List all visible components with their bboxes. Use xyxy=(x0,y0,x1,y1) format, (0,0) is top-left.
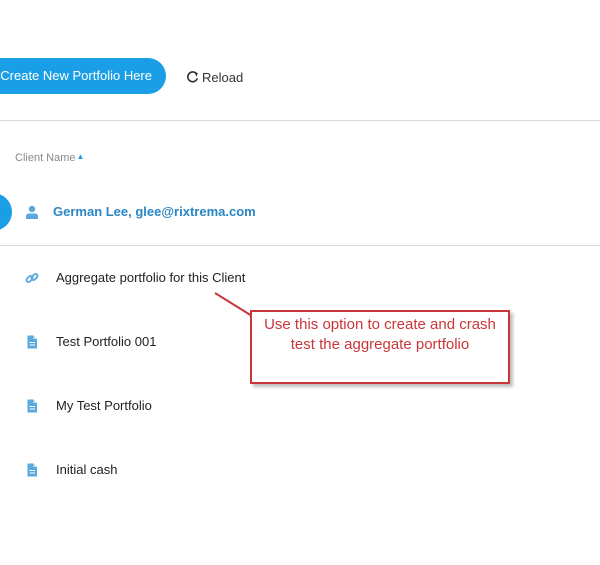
document-icon xyxy=(27,463,37,476)
toolbar-divider xyxy=(0,120,600,121)
portfolio-label: Initial cash xyxy=(56,462,118,477)
document-icon xyxy=(27,335,37,348)
client-name: German Lee, glee@rixtrema.com xyxy=(53,204,256,219)
reload-button[interactable]: Reload xyxy=(186,68,243,86)
portfolio-item-initial-cash[interactable]: Initial cash xyxy=(25,462,117,477)
client-name-column-header[interactable]: Client Name ▲ xyxy=(15,151,85,165)
reload-label: Reload xyxy=(202,69,244,85)
client-row[interactable]: German Lee, glee@rixtrema.com xyxy=(25,204,256,219)
portfolio-item-test-portfolio-001[interactable]: Test Portfolio 001 xyxy=(25,334,156,349)
client-divider xyxy=(0,245,600,246)
document-icon xyxy=(27,399,37,412)
portfolio-item-my-test-portfolio[interactable]: My Test Portfolio xyxy=(25,398,152,413)
create-new-portfolio-button[interactable]: Create New Portfolio Here xyxy=(0,58,166,94)
portfolio-label: My Test Portfolio xyxy=(56,398,152,413)
portfolio-label: Test Portfolio 001 xyxy=(56,334,157,349)
column-header-label: Client Name xyxy=(15,152,76,164)
reload-icon xyxy=(187,70,199,82)
portfolio-label: Aggregate portfolio for this Client xyxy=(56,270,246,285)
row-expand-toggle[interactable] xyxy=(0,193,12,231)
portfolio-item-aggregate[interactable]: Aggregate portfolio for this Client xyxy=(25,270,245,285)
annotation-callout: Use this option to create and crash test… xyxy=(250,310,510,384)
user-icon xyxy=(26,205,38,219)
link-icon xyxy=(25,272,39,283)
sort-ascending-icon: ▲ xyxy=(76,151,85,161)
